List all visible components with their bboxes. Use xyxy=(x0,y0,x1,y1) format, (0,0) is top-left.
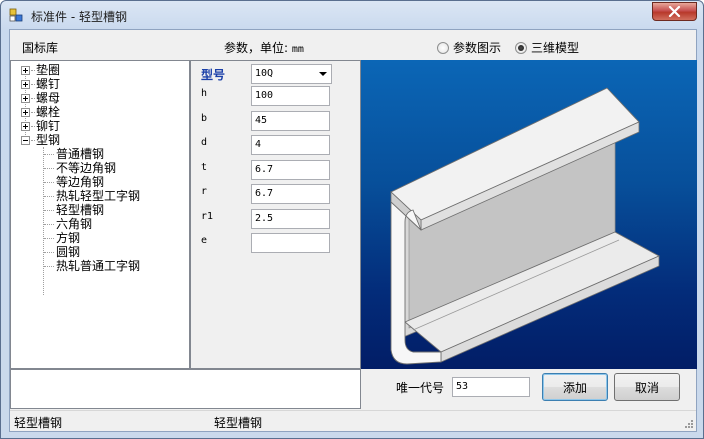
param-input-d[interactable]: 4 xyxy=(251,135,330,155)
description-box[interactable] xyxy=(10,369,361,409)
tree-item-i-beam[interactable]: 热轧普通工字钢 xyxy=(56,260,140,273)
model-label: 型号 xyxy=(201,68,226,82)
app-icon xyxy=(9,8,23,22)
chevron-down-icon xyxy=(319,72,327,76)
tree-line xyxy=(44,168,54,169)
status-text-left: 轻型槽钢 xyxy=(14,416,63,430)
close-icon xyxy=(668,6,681,17)
tree-line xyxy=(44,196,54,197)
param-input-t[interactable]: 6.7 xyxy=(251,160,330,180)
app-window: 标准件 - 轻型槽钢 国标库 参数，单位: mm 参数图示 三维模型 垫圈 螺钉… xyxy=(0,0,704,439)
param-label-e: e xyxy=(201,235,208,246)
tree-item-bolt[interactable]: 螺栓 xyxy=(36,106,60,119)
tree-item-equal-angle[interactable]: 等边角钢 xyxy=(56,176,104,189)
window-title: 标准件 - 轻型槽钢 xyxy=(31,10,127,24)
params-label: 参数，单位: mm xyxy=(224,39,304,56)
param-label-d: d xyxy=(201,137,208,148)
tree-item-hex-steel[interactable]: 六角钢 xyxy=(56,218,92,231)
tree-item-nut[interactable]: 螺母 xyxy=(36,92,60,105)
tree-line xyxy=(43,147,44,295)
view-mode-group: 参数图示 三维模型 xyxy=(437,39,593,56)
tree-expander-2[interactable] xyxy=(21,94,30,103)
tree-item-light-i-beam[interactable]: 热轧轻型工字钢 xyxy=(56,190,140,203)
param-input-r[interactable]: 6.7 xyxy=(251,184,330,204)
tree-item-light-channel[interactable]: 轻型槽钢 xyxy=(56,204,104,217)
tree-item-rivet[interactable]: 铆钉 xyxy=(36,120,60,133)
title-bar[interactable]: 标准件 - 轻型槽钢 xyxy=(1,1,703,29)
tree-line xyxy=(44,210,54,211)
model-select[interactable]: 10Q xyxy=(251,64,332,84)
tree-line xyxy=(44,266,54,267)
tree-item-washer[interactable]: 垫圈 xyxy=(36,64,60,77)
tree-line xyxy=(44,252,54,253)
params-label-text: 参数，单位: xyxy=(224,41,289,55)
tree-line xyxy=(31,112,35,113)
tree-line xyxy=(44,182,54,183)
tree-line xyxy=(31,126,35,127)
status-text-right: 轻型槽钢 xyxy=(214,416,263,430)
tree-line xyxy=(44,154,54,155)
param-input-h[interactable]: 100 xyxy=(251,86,330,106)
tree-item-unequal-angle[interactable]: 不等边角钢 xyxy=(56,162,116,175)
add-button[interactable]: 添加 xyxy=(542,373,608,401)
library-label: 国标库 xyxy=(22,41,59,55)
tree-item-channel[interactable]: 普通槽钢 xyxy=(56,148,104,161)
tree-line xyxy=(31,140,35,141)
tree-expander-3[interactable] xyxy=(21,108,30,117)
tree-expander-1[interactable] xyxy=(21,80,30,89)
param-label-t: t xyxy=(201,162,208,173)
param-input-b[interactable]: 45 xyxy=(251,111,330,131)
radio-param-diagram[interactable]: 参数图示 xyxy=(437,39,501,56)
param-input-r1[interactable]: 2.5 xyxy=(251,209,330,229)
radio-3d-model-label: 三维模型 xyxy=(531,41,580,55)
params-unit: mm xyxy=(291,44,304,55)
parameter-panel: 型号 10Q h 100 b 45 d 4 t 6.7 r 6.7 r1 2.5… xyxy=(190,60,361,369)
tree-expander-5[interactable] xyxy=(21,136,30,145)
radio-3d-model[interactable]: 三维模型 xyxy=(515,39,579,56)
param-label-r1: r1 xyxy=(201,211,214,222)
unique-code-label: 唯一代号 xyxy=(396,381,445,395)
tree-expander-0[interactable] xyxy=(21,66,30,75)
status-bar: 轻型槽钢 轻型槽钢 xyxy=(10,410,696,431)
tree-line xyxy=(31,98,35,99)
tree-line xyxy=(44,224,54,225)
tree-line xyxy=(31,84,35,85)
tree-item-section-steel[interactable]: 型钢 xyxy=(36,134,60,147)
tree-item-square-steel[interactable]: 方钢 xyxy=(56,232,80,245)
tree-item-screw[interactable]: 螺钉 xyxy=(36,78,60,91)
tree-expander-4[interactable] xyxy=(21,122,30,131)
param-label-h: h xyxy=(201,88,208,99)
param-label-r: r xyxy=(201,186,208,197)
tree-line xyxy=(31,70,35,71)
resize-grip-icon[interactable] xyxy=(683,418,694,429)
client-area: 国标库 参数，单位: mm 参数图示 三维模型 垫圈 螺钉 螺母 螺栓 铆钉 型… xyxy=(9,29,697,432)
cancel-button[interactable]: 取消 xyxy=(614,373,680,401)
param-label-b: b xyxy=(201,113,208,124)
tree-item-round-steel[interactable]: 圆钢 xyxy=(56,246,80,259)
channel-steel-model xyxy=(390,87,661,365)
radio-3d-model-circle[interactable] xyxy=(515,41,528,54)
radio-param-diagram-circle[interactable] xyxy=(437,41,449,54)
model-select-value: 10Q xyxy=(255,68,274,79)
radio-param-diagram-label: 参数图示 xyxy=(453,41,502,55)
model-3d-view[interactable] xyxy=(361,60,697,369)
unique-code-input[interactable]: 53 xyxy=(452,377,530,397)
close-button[interactable] xyxy=(652,2,697,21)
library-tree[interactable]: 垫圈 螺钉 螺母 螺栓 铆钉 型钢 普通槽钢 不等边角钢 等边角钢 热轧轻型工字… xyxy=(10,60,190,369)
param-input-e[interactable] xyxy=(251,233,330,253)
tree-line xyxy=(44,238,54,239)
